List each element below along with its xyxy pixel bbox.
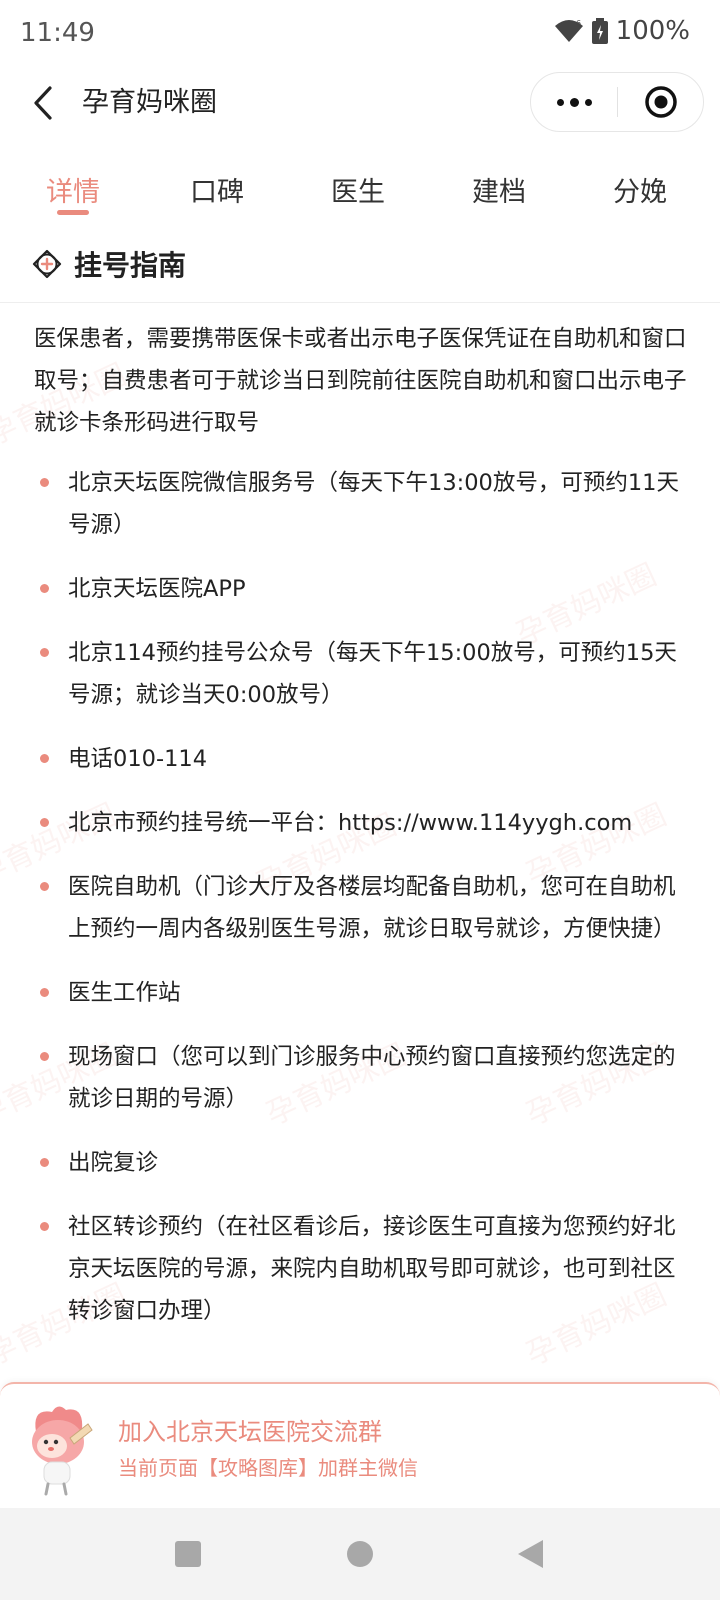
list-item: 电话010-114: [34, 738, 690, 780]
hospital-cross-icon: [32, 249, 62, 279]
method-list: 北京天坛医院微信服务号（每天下午13:00放号，可预约11天号源） 北京天坛医院…: [34, 462, 690, 1332]
bullet-dot: [40, 882, 49, 891]
recent-apps-button[interactable]: [143, 1508, 233, 1600]
list-item: 医院自助机（门诊大厅及各楼层均配备自助机，您可在自助机上预约一周内各级别医生号源…: [34, 866, 690, 950]
list-item: 北京市预约挂号统一平台：https://www.114yygh.com: [34, 802, 690, 844]
section-header: 挂号指南: [32, 244, 186, 284]
bullet-dot: [40, 478, 49, 487]
square-icon: [175, 1541, 201, 1567]
list-item: 北京114预约挂号公众号（每天下午15:00放号，可预约15天号源；就诊当天0:…: [34, 632, 690, 716]
banner-subtitle: 当前页面【攻略图库】加群主微信: [118, 1456, 418, 1480]
bullet-dot: [40, 1052, 49, 1061]
bullet-dot: [40, 648, 49, 657]
bullet-dot: [40, 1158, 49, 1167]
bullet-dot: [40, 584, 49, 593]
banner-title: 加入北京天坛医院交流群: [118, 1418, 382, 1446]
bullet-dot: [40, 988, 49, 997]
intro-paragraph: 医保患者，需要携带医保卡或者出示电子医保凭证在自助机和窗口取号；自费患者可于就诊…: [34, 326, 687, 436]
registration-guide: 医保患者，需要携带医保卡或者出示电子医保凭证在自助机和窗口取号；自费患者可于就诊…: [34, 318, 690, 1354]
bullet-dot: [40, 754, 49, 763]
content-viewport[interactable]: 孕育妈咪圈 孕育妈咪圈 孕育妈咪圈 孕育妈咪圈 孕育妈咪圈 孕育妈咪圈 孕育妈咪…: [0, 0, 720, 1382]
home-button[interactable]: [315, 1508, 405, 1600]
list-item: 出院复诊: [34, 1142, 690, 1184]
list-item: 医生工作站: [34, 972, 690, 1014]
section-divider: [0, 302, 720, 303]
bullet-dot: [40, 1222, 49, 1231]
system-nav-bar: [0, 1508, 720, 1600]
section-title: 挂号指南: [74, 249, 187, 282]
join-group-banner[interactable]: 加入北京天坛医院交流群 当前页面【攻略图库】加群主微信: [0, 1382, 720, 1508]
list-item: 社区转诊预约（在社区看诊后，接诊医生可直接为您预约好北京天坛医院的号源，来院内自…: [34, 1206, 690, 1332]
back-nav-button[interactable]: [485, 1508, 575, 1600]
list-item: 现场窗口（您可以到门诊服务中心预约窗口直接预约您选定的就诊日期的号源）: [34, 1036, 690, 1120]
bullet-dot: [40, 818, 49, 827]
triangle-back-icon: [518, 1540, 543, 1568]
list-item: 北京天坛医院微信服务号（每天下午13:00放号，可预约11天号源）: [34, 462, 690, 546]
mascot-icon: [32, 1406, 93, 1496]
circle-icon: [347, 1541, 373, 1567]
list-item: 北京天坛医院APP: [34, 568, 690, 610]
